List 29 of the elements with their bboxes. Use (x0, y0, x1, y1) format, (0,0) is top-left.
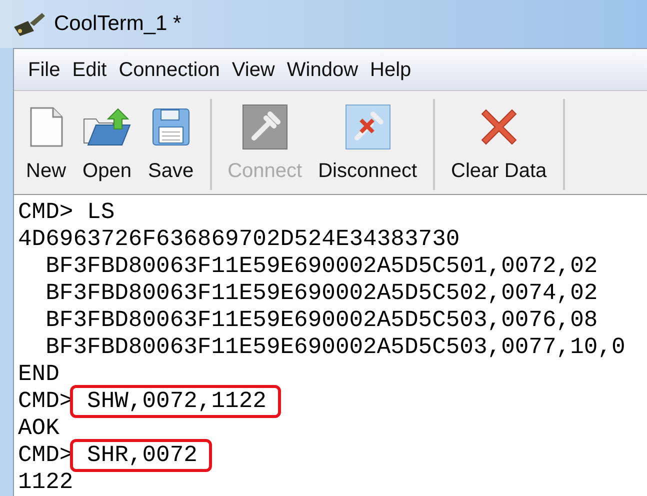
menu-item[interactable]: Connection (112, 54, 226, 84)
output-line: 4D6963726F636869702D524E34383730 (18, 226, 460, 253)
toolbar-button[interactable]: New (18, 99, 74, 190)
command-prompt: CMD> (18, 199, 74, 226)
toolbar-button[interactable]: Clear Data (443, 99, 555, 190)
output-line: BF3FBD80063F11E59E690002A5D5C503,0076,08 (44, 307, 598, 334)
output-line: BF3FBD80063F11E59E690002A5D5C503,0077,10,0 (44, 334, 626, 361)
command-text: LS (86, 199, 115, 226)
blank-page-icon (29, 107, 63, 147)
menu-item[interactable]: Edit (66, 54, 113, 84)
menu-item[interactable]: View (226, 54, 281, 84)
output-line: BF3FBD80063F11E59E690002A5D5C501,0072,02 (44, 253, 598, 280)
folder-icon (82, 107, 132, 147)
serial-plug-icon (12, 11, 46, 37)
unplug-icon (344, 104, 391, 150)
window-title: CoolTerm_1 * (54, 11, 182, 38)
menu-item[interactable]: File (22, 54, 66, 84)
menu-item[interactable]: Window (280, 54, 364, 84)
command-text: SHW,0072,1122 (70, 385, 282, 418)
toolbar-button[interactable]: Disconnect (310, 99, 426, 190)
toolbar-button[interactable]: Open (74, 99, 140, 190)
toolbar-button[interactable]: Save (140, 99, 202, 190)
output-line: AOK (18, 415, 60, 442)
plug-icon (242, 104, 288, 150)
output-line: 1122 (18, 469, 74, 496)
menu-item[interactable]: Help (364, 54, 418, 84)
output-line: BF3FBD80063F11E59E690002A5D5C502,0074,02 (44, 280, 598, 307)
output-line: END (18, 361, 60, 388)
command-text: SHR,0072 (70, 439, 212, 472)
